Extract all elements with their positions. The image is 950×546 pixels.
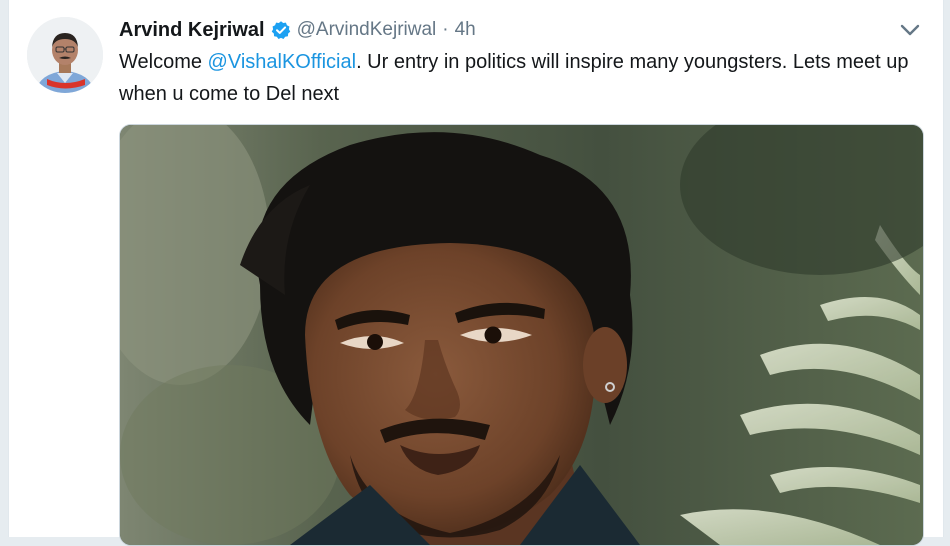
mention-link[interactable]: @VishalKOfficial	[208, 51, 357, 73]
author-name[interactable]: Arvind Kejriwal	[119, 19, 265, 42]
tweet-card[interactable]: Arvind Kejriwal @ArvindKejriwal · 4h Wel…	[8, 0, 944, 546]
author-handle[interactable]: @ArvindKejriwal	[297, 19, 437, 41]
portrait-photo	[120, 125, 923, 545]
tweet-header: Arvind Kejriwal @ArvindKejriwal · 4h	[119, 16, 943, 44]
chevron-down-icon[interactable]	[899, 22, 921, 38]
tweet-media-image[interactable]	[119, 124, 924, 546]
author-avatar[interactable]	[27, 17, 103, 93]
header-separator: ·	[442, 19, 449, 40]
tweet-text: Welcome @VishalKOfficial. Ur entry in po…	[119, 46, 919, 110]
avatar-photo	[27, 17, 103, 93]
tweet-timestamp[interactable]: 4h	[455, 19, 476, 41]
verified-badge-icon	[271, 20, 291, 40]
tweet-text-prefix: Welcome	[119, 51, 208, 73]
